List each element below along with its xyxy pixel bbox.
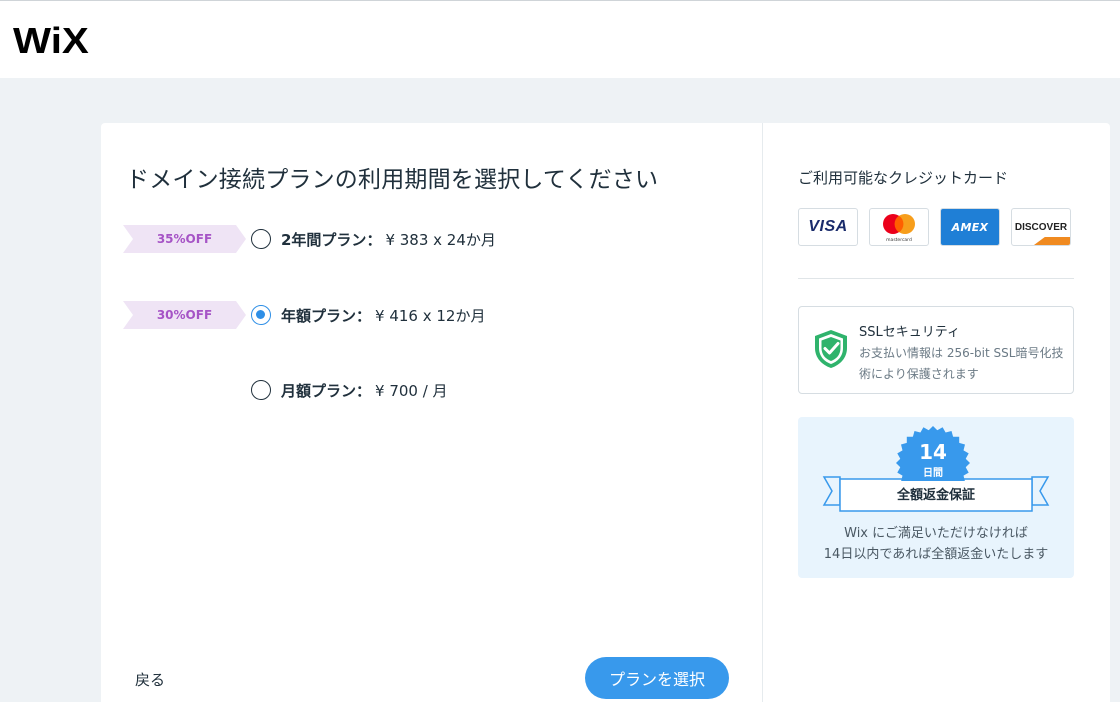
visa-label: VISA xyxy=(808,218,848,235)
guarantee-days: 14 xyxy=(919,440,947,464)
plan-name: 2年間プラン： xyxy=(281,231,382,249)
amex-icon: AMEX xyxy=(940,208,1000,246)
wix-logo[interactable]: WiX xyxy=(13,23,89,59)
plan-option-annual[interactable]: 30%OFF 年額プラン： ¥ 416 x 12か月 xyxy=(101,301,661,331)
mastercard-icon: mastercard xyxy=(869,208,929,246)
plan-label: 2年間プラン： ¥ 383 x 24か月 xyxy=(281,229,496,250)
plan-selection-card: ドメイン接続プランの利用期間を選択してください 35%OFF 2年間プラン： ¥ … xyxy=(101,123,1110,702)
top-header: WiX xyxy=(0,0,1120,78)
visa-icon: VISA xyxy=(798,208,858,246)
ssl-title: SSLセキュリティ xyxy=(859,325,960,340)
plan-price: ¥ 700 / 月 xyxy=(375,382,448,400)
plan-radio-annual[interactable] xyxy=(251,305,271,325)
discover-icon: DISCOVER xyxy=(1011,208,1071,246)
plan-option-2-year[interactable]: 35%OFF 2年間プラン： ¥ 383 x 24か月 xyxy=(101,225,661,255)
discount-badge: 30%OFF xyxy=(123,301,246,329)
ssl-security-box: SSLセキュリティ お支払い情報は 256-bit SSL暗号化技術により保護さ… xyxy=(798,306,1074,394)
plan-price: ¥ 383 x 24か月 xyxy=(385,231,496,249)
ssl-description: お支払い情報は 256-bit SSL暗号化技術により保護されます xyxy=(859,346,1064,381)
guarantee-badge-icon: 14 日間 全額返金保証 xyxy=(822,426,1050,512)
discover-label: DISCOVER xyxy=(1014,221,1068,233)
plan-label: 年額プラン： ¥ 416 x 12か月 xyxy=(281,305,485,326)
plan-label: 月額プラン： ¥ 700 / 月 xyxy=(281,380,448,401)
discount-badge: 35%OFF xyxy=(123,225,246,253)
back-link[interactable]: 戻る xyxy=(135,669,165,690)
guarantee-days-unit: 日間 xyxy=(923,467,943,479)
plan-option-monthly[interactable]: 月額プラン： ¥ 700 / 月 xyxy=(101,376,661,406)
guarantee-banner: 全額返金保証 xyxy=(896,487,975,503)
guarantee-line-1: Wix にご満足いただけなければ xyxy=(844,526,1028,541)
plan-price: ¥ 416 x 12か月 xyxy=(375,307,486,325)
plan-radio-2-year[interactable] xyxy=(251,229,271,249)
credit-card-list: VISA mastercard AMEX DISCOVER xyxy=(798,208,1071,246)
plan-name: 年額プラン： xyxy=(281,307,372,325)
plan-radio-monthly[interactable] xyxy=(251,380,271,400)
plan-name: 月額プラン： xyxy=(281,382,372,400)
shield-check-icon xyxy=(815,330,847,368)
page-title: ドメイン接続プランの利用期間を選択してください xyxy=(126,167,659,193)
sidebar-divider xyxy=(798,278,1074,279)
mastercard-label: mastercard xyxy=(886,237,912,243)
discover-stripe xyxy=(1034,237,1070,245)
credit-cards-title: ご利用可能なクレジットカード xyxy=(798,169,1009,187)
guarantee-line-2: 14日以内であれば全額返金いたします xyxy=(823,547,1049,562)
section-divider xyxy=(762,123,763,702)
money-back-guarantee: 14 日間 全額返金保証 Wix にご満足いただけなければ 14日以内であれば全… xyxy=(798,417,1074,578)
guarantee-text: Wix にご満足いただけなければ 14日以内であれば全額返金いたします xyxy=(798,523,1074,565)
select-plan-button[interactable]: プランを選択 xyxy=(585,657,729,699)
amex-label: AMEX xyxy=(941,209,999,245)
